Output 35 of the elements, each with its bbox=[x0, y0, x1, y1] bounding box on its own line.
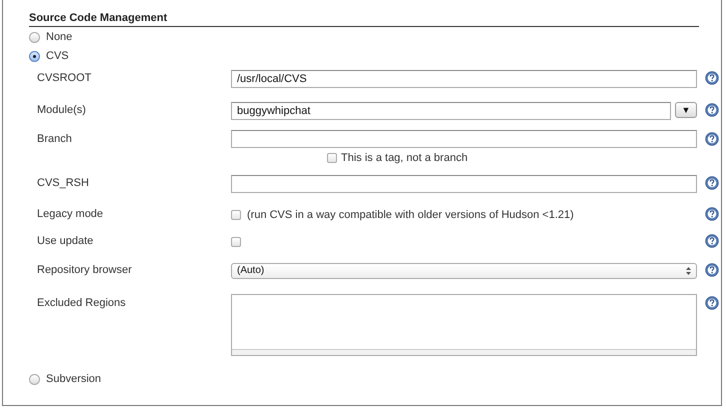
checkbox-label: This is a tag, not a branch bbox=[341, 152, 468, 164]
field-label: CVS_RSH bbox=[37, 176, 90, 189]
option-label: None bbox=[46, 31, 72, 43]
field-label: Legacy mode bbox=[37, 207, 104, 220]
field-label: Excluded Regions bbox=[37, 296, 127, 309]
help-icon[interactable] bbox=[705, 132, 719, 146]
repository-select[interactable]: (Auto) bbox=[231, 262, 697, 278]
help-icon[interactable] bbox=[705, 71, 719, 85]
help-icon[interactable] bbox=[705, 263, 719, 277]
checkbox[interactable] bbox=[327, 153, 337, 163]
help-icon[interactable] bbox=[705, 103, 719, 117]
updown-icon bbox=[686, 266, 691, 274]
field-label: Branch bbox=[37, 132, 73, 145]
field-label: CVSROOT bbox=[37, 71, 92, 84]
radio-button[interactable] bbox=[29, 50, 40, 62]
help-icon[interactable] bbox=[705, 176, 719, 190]
dropdown-button[interactable]: ▼ bbox=[675, 102, 697, 118]
field-label: Module(s) bbox=[37, 103, 87, 116]
combo-field[interactable]: buggywhipchat bbox=[231, 102, 671, 120]
option-label: Subversion bbox=[46, 373, 102, 385]
text-field[interactable]: /usr/local/CVS bbox=[231, 70, 697, 88]
field-label: Use update bbox=[37, 234, 94, 247]
text-field[interactable] bbox=[231, 174, 697, 192]
checkbox[interactable] bbox=[231, 236, 241, 246]
help-icon[interactable] bbox=[705, 207, 719, 221]
radio-button[interactable] bbox=[29, 32, 40, 42]
text-field[interactable] bbox=[231, 130, 697, 148]
help-icon[interactable] bbox=[705, 296, 719, 310]
field-label: Repository browser bbox=[37, 263, 133, 276]
help-icon[interactable] bbox=[705, 234, 719, 248]
checkbox[interactable] bbox=[231, 210, 241, 220]
option-label: CVS bbox=[46, 50, 69, 62]
radio-button[interactable] bbox=[29, 374, 40, 384]
section-title: Source Code Management bbox=[29, 12, 699, 27]
checkbox-label: (run CVS in a way compatible with older versions of Hudson <1.21) bbox=[247, 208, 574, 220]
